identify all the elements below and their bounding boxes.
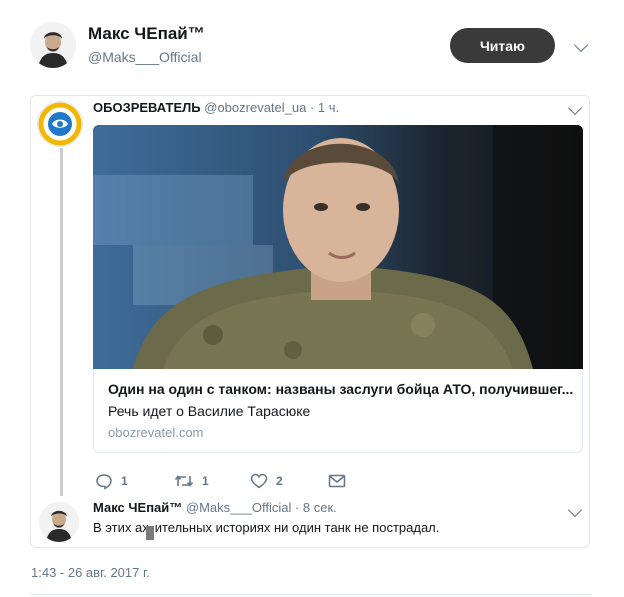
like-action[interactable]: 2: [250, 472, 283, 490]
author-name[interactable]: Макс ЧЕпай™: [88, 24, 205, 44]
text-cursor: [146, 526, 154, 540]
source-header: ОБОЗРЕВАТЕЛЬ @obozrevatel_ua · 1 ч.: [93, 100, 339, 115]
author-avatar[interactable]: [30, 22, 76, 68]
tweet-page: Макс ЧЕпай™ @Maks___Official Читаю ОБОЗР…: [0, 0, 624, 597]
source-name[interactable]: ОБОЗРЕВАТЕЛЬ: [93, 100, 201, 115]
reply-text-start: В этих ах: [93, 520, 149, 535]
reply-author-avatar[interactable]: [39, 502, 79, 542]
retweet-count: 1: [202, 474, 209, 488]
heart-icon: [250, 473, 268, 489]
retweet-action[interactable]: 1: [174, 472, 209, 490]
envelope-icon: [328, 474, 346, 488]
source-meta[interactable]: @obozrevatel_ua · 1 ч.: [204, 100, 339, 115]
link-title[interactable]: Один на один с танком: названы заслуги б…: [108, 381, 573, 397]
tweet-timestamp[interactable]: 1:43 - 26 авг. 2017 г.: [31, 565, 150, 580]
follow-button[interactable]: Читаю: [450, 28, 555, 63]
chevron-down-icon[interactable]: [573, 37, 589, 53]
reply-author-name[interactable]: Макс ЧЕпай™: [93, 500, 182, 515]
author-handle[interactable]: @Maks___Official: [88, 49, 202, 65]
source-avatar[interactable]: [37, 101, 83, 147]
link-domain: obozrevatel.com: [108, 425, 204, 440]
reply-text-end: ительных историях ни один танк не постра…: [154, 520, 440, 535]
reply-icon: [96, 473, 112, 490]
reply-action[interactable]: 1: [95, 472, 128, 490]
divider: [30, 594, 592, 595]
message-action[interactable]: [328, 472, 346, 490]
reply-meta[interactable]: @Maks___Official · 8 сек.: [186, 500, 337, 515]
like-count: 2: [276, 474, 283, 488]
link-preview[interactable]: Один на один с танком: названы заслуги б…: [93, 369, 583, 453]
thread-connector: [60, 148, 63, 496]
reply-header: Макс ЧЕпай™ @Maks___Official · 8 сек.: [93, 500, 337, 515]
reply-count: 1: [121, 474, 128, 488]
reply-text: В этих ах ительных историях ни один танк …: [93, 520, 439, 535]
article-photo[interactable]: [93, 125, 583, 369]
retweet-icon: [174, 475, 194, 487]
link-description: Речь идет о Василие Тарасюке: [108, 403, 311, 419]
